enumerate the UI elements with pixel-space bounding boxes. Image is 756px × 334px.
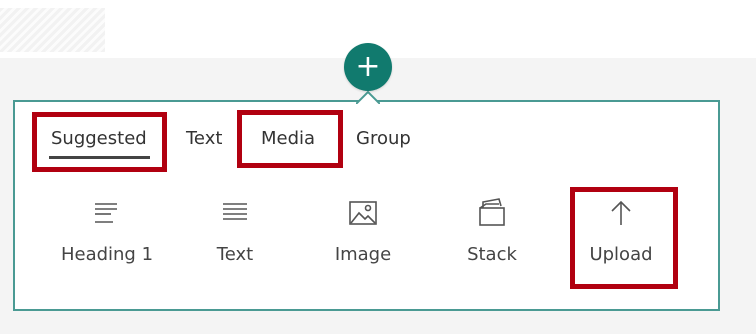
tool-heading-1[interactable]: Heading 1 bbox=[47, 198, 167, 265]
tool-stack[interactable]: Stack bbox=[432, 198, 552, 265]
tool-label: Text bbox=[216, 244, 254, 265]
heading-icon bbox=[95, 203, 117, 223]
highlight-upload-tool bbox=[570, 187, 678, 289]
tool-label: Heading 1 bbox=[60, 244, 154, 265]
tab-group[interactable]: Group bbox=[356, 128, 411, 149]
highlight-media-tab bbox=[237, 110, 343, 168]
add-section-button[interactable]: + bbox=[344, 43, 392, 91]
tool-text[interactable]: Text bbox=[175, 198, 295, 265]
plus-icon: + bbox=[355, 49, 381, 84]
panel-notch bbox=[356, 90, 380, 104]
text-lines-icon bbox=[223, 203, 247, 220]
tab-text[interactable]: Text bbox=[186, 128, 222, 149]
tool-image[interactable]: Image bbox=[303, 198, 423, 265]
image-icon bbox=[349, 201, 377, 225]
tool-label: Image bbox=[334, 244, 392, 265]
tool-label: Stack bbox=[467, 244, 517, 265]
faded-content-block bbox=[0, 8, 105, 52]
highlight-suggested-tab bbox=[32, 112, 167, 172]
stack-icon bbox=[479, 198, 505, 226]
